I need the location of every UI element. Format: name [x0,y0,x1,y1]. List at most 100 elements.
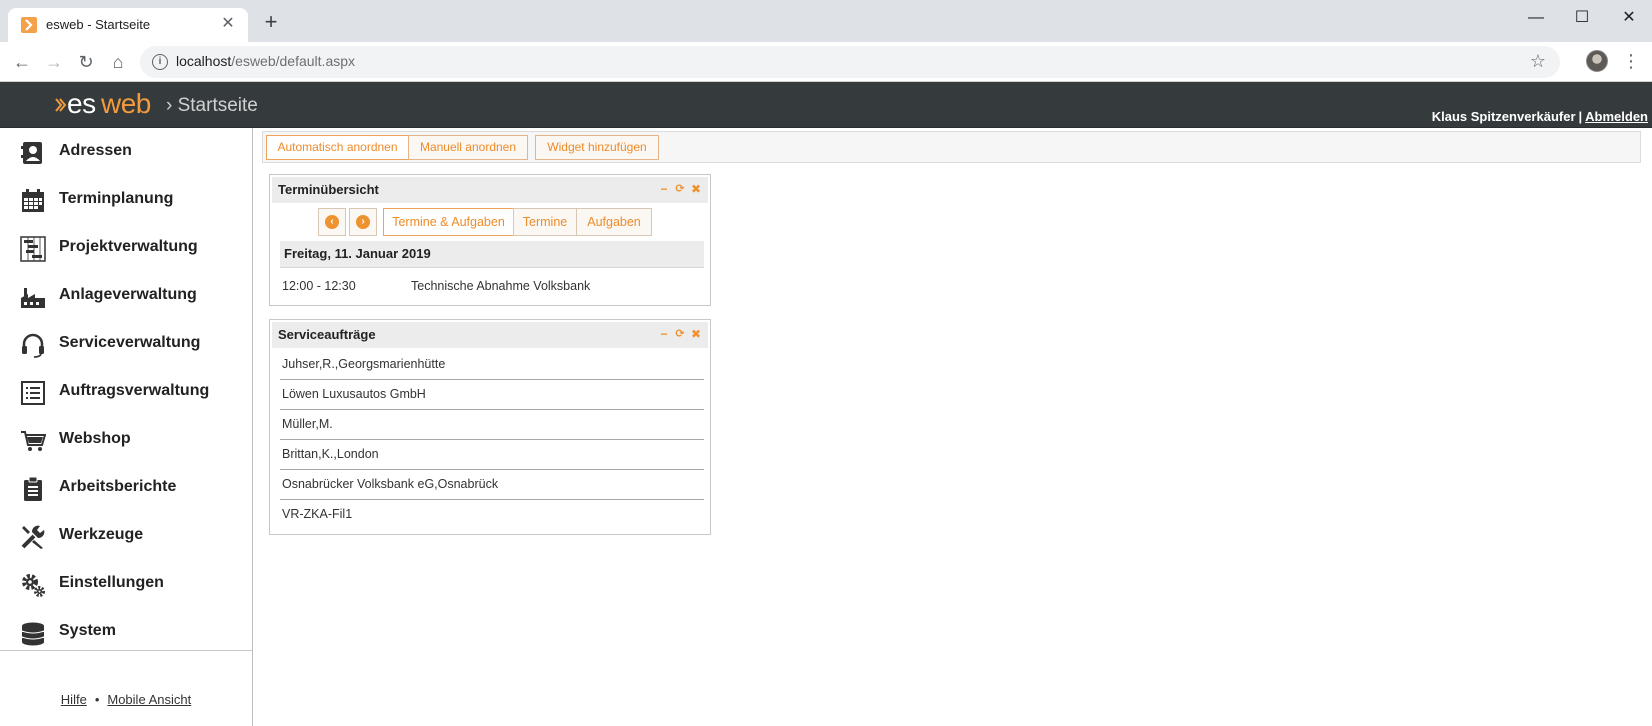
app-header: es web › Startseite Klaus Spitzenverkäuf… [0,82,1652,128]
logo-arrows-icon [55,98,67,112]
address-book-icon [21,142,42,164]
sidebar-item-label: Auftragsverwaltung [59,382,210,399]
refresh-icon[interactable]: ⟳ [674,182,686,196]
database-icon [21,622,45,646]
list-item[interactable]: Osnabrücker Volksbank eG,Osnabrück [280,470,704,500]
sidebar-item-auftragsverwaltung[interactable]: Auftragsverwaltung [0,370,252,414]
filter-termine[interactable]: Termine [513,208,577,236]
sidebar-item-label: Adressen [59,142,132,159]
sidebar-divider [0,650,252,651]
logo-es-text: es [67,88,96,119]
close-icon[interactable]: ✖ [690,182,702,196]
tab-close-icon[interactable]: ✕ [218,14,238,34]
headset-icon [22,333,44,358]
list-item[interactable]: Juhser,R.,Georgsmarienhütte [280,350,704,380]
list-item[interactable]: Brittan,K.,London [280,440,704,470]
sidebar-footer: Hilfe • Mobile Ansicht [0,692,252,707]
user-name: Klaus Spitzenverkäufer [1431,109,1576,124]
list-icon [21,381,45,405]
sidebar-item-system[interactable]: System [0,610,252,654]
esweb-favicon-icon [21,17,37,33]
add-widget-button[interactable]: Widget hinzufügen [535,135,659,160]
sidebar-item-werkzeuge[interactable]: Werkzeuge [0,514,252,558]
breadcrumb: › Startseite [166,95,258,116]
sidebar-item-label: Arbeitsberichte [59,478,177,495]
widget-title: Serviceaufträge [278,327,376,342]
browser-tab-strip: esweb - Startseite ✕ + — ☐ ✕ [0,0,1652,42]
previous-day-button[interactable]: ‹ [318,208,346,236]
reload-icon[interactable]: ↻ [74,50,98,74]
day-divider [280,267,704,268]
arrow-left-icon: ‹ [325,215,339,229]
site-info-icon[interactable]: i [152,54,168,70]
window-minimize-button[interactable]: — [1513,4,1559,32]
help-link[interactable]: Hilfe [61,692,87,707]
sidebar-item-label: Anlageverwaltung [59,286,197,303]
sidebar-item-webshop[interactable]: Webshop [0,418,252,462]
browser-toolbar: ← → ↻ ⌂ i localhost/esweb/default.aspx ☆ [0,42,1652,82]
arrow-right-icon: › [356,215,370,229]
refresh-icon[interactable]: ⟳ [674,327,686,341]
minimize-icon[interactable]: − [658,327,670,341]
home-icon[interactable]: ⌂ [106,50,130,74]
widget-header[interactable]: Terminübersicht − ⟳ ✖ [272,177,708,203]
next-day-button[interactable]: › [349,208,377,236]
tools-icon [21,525,45,549]
logo-web-text: web [101,88,151,119]
list-item[interactable]: Müller,M. [280,410,704,440]
calendar-icon [22,189,44,212]
clipboard-icon [24,476,42,501]
sidebar-item-label: Terminplanung [59,190,174,207]
url-host: localhost [176,53,232,69]
address-bar[interactable]: i localhost/esweb/default.aspx ☆ [140,46,1560,78]
list-item[interactable]: Löwen Luxusautos GmbH [280,380,704,410]
service-order-label: Löwen Luxusautos GmbH [282,387,426,401]
close-icon[interactable]: ✖ [690,327,702,341]
gears-icon [22,574,45,597]
sidebar-item-anlageverwaltung[interactable]: Anlageverwaltung [0,274,252,318]
cart-icon [21,431,46,451]
service-order-label: VR-ZKA-Fil1 [282,507,353,521]
mobile-view-link[interactable]: Mobile Ansicht [107,692,191,707]
filter-termine-aufgaben[interactable]: Termine & Aufgaben [383,208,514,236]
sidebar-item-label: System [59,622,116,639]
footer-dot: • [94,692,100,707]
sidebar-item-label: Werkzeuge [59,526,144,543]
appointment-time[interactable]: 12:00 - 12:30 [282,279,356,293]
bookmark-star-icon[interactable]: ☆ [1530,51,1546,72]
service-order-label: Juhser,R.,Georgsmarienhütte [282,357,446,371]
forward-icon[interactable]: → [42,50,66,74]
widget-title: Terminübersicht [278,182,379,197]
gantt-icon [20,236,46,262]
browser-tab[interactable]: esweb - Startseite ✕ [8,8,248,42]
manual-arrange-button[interactable]: Manuell anordnen [408,135,528,160]
sidebar-item-label: Einstellungen [59,574,164,591]
sidebar-item-projektverwaltung[interactable]: Projektverwaltung [0,226,252,270]
minimize-icon[interactable]: − [658,182,670,196]
sidebar-item-einstellungen[interactable]: Einstellungen [0,562,252,606]
browser-menu-icon[interactable]: ⋮ [1622,49,1640,73]
list-item[interactable]: VR-ZKA-Fil1 [280,500,704,530]
sidebar-item-arbeitsberichte[interactable]: Arbeitsberichte [0,466,252,510]
day-header: Freitag, 11. Januar 2019 [280,241,704,267]
profile-avatar[interactable] [1586,50,1608,72]
factory-icon [21,288,45,308]
new-tab-button[interactable]: + [260,11,282,34]
widget-serviceauftraege: Serviceaufträge − ⟳ ✖ Juhser,R.,Georgsma… [269,319,711,535]
auto-arrange-button[interactable]: Automatisch anordnen [266,135,409,160]
widget-header[interactable]: Serviceaufträge − ⟳ ✖ [272,322,708,348]
sidebar-item-serviceverwaltung[interactable]: Serviceverwaltung [0,322,252,366]
dashboard-toolbar: Automatisch anordnen Manuell anordnen Wi… [262,131,1641,163]
sidebar-item-adressen[interactable]: Adressen [0,130,252,174]
logout-link[interactable]: Abmelden [1585,109,1648,124]
sidebar-item-label: Webshop [59,430,131,447]
sidebar-item-label: Serviceverwaltung [59,334,201,351]
appointment-title[interactable]: Technische Abnahme Volksbank [411,279,590,293]
back-icon[interactable]: ← [10,50,34,74]
window-close-button[interactable]: ✕ [1606,4,1652,32]
url-text[interactable]: localhost/esweb/default.aspx [176,53,355,69]
service-order-label: Osnabrücker Volksbank eG,Osnabrück [282,477,499,491]
filter-aufgaben[interactable]: Aufgaben [576,208,652,236]
window-maximize-button[interactable]: ☐ [1559,4,1605,32]
sidebar-item-terminplanung[interactable]: Terminplanung [0,178,252,222]
